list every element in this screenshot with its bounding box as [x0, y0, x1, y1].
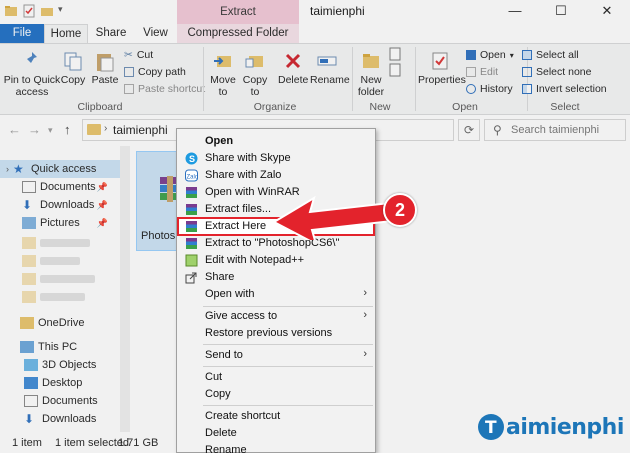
menu-item-delete[interactable]: Delete — [177, 425, 375, 442]
watermark-text: aimienphi — [506, 414, 624, 440]
menu-label: Open with — [205, 288, 255, 300]
taimienphi-logo: T — [478, 414, 504, 440]
step-number-badge: 2 — [383, 193, 417, 227]
menu-item-share[interactable]: Share — [177, 269, 375, 286]
notepadpp-icon — [185, 254, 198, 267]
menu-item-cut[interactable]: Cut — [177, 369, 375, 386]
zalo-icon: Zalo — [185, 169, 198, 182]
chevron-right-icon: › — [363, 309, 367, 321]
chevron-right-icon: › — [363, 348, 367, 360]
menu-item-give-access[interactable]: Give access to › — [177, 308, 375, 325]
menu-label: Send to — [205, 349, 243, 361]
menu-label: Extract Here — [205, 220, 267, 232]
winrar-icon — [186, 238, 197, 249]
winrar-icon — [186, 204, 197, 215]
menu-item-share-skype[interactable]: S Share with Skype — [177, 150, 375, 167]
menu-label: Rename — [205, 444, 247, 453]
menu-separator — [203, 405, 373, 406]
menu-label: Share — [205, 271, 235, 283]
context-menu: Open S Share with Skype Zalo Share with Za… — [176, 128, 376, 453]
winrar-icon — [186, 221, 197, 232]
menu-label: Delete — [205, 427, 237, 439]
svg-text:S: S — [189, 154, 195, 164]
menu-item-send-to[interactable]: Send to › — [177, 347, 375, 364]
menu-label: Share with Zalo — [205, 169, 282, 181]
menu-item-copy[interactable]: Copy — [177, 386, 375, 403]
taimienphi-watermark: T aimienphi — [476, 410, 624, 444]
menu-label: Extract files... — [205, 203, 272, 215]
menu-item-open[interactable]: Open — [177, 133, 375, 150]
menu-item-create-shortcut[interactable]: Create shortcut — [177, 408, 375, 425]
skype-icon: S — [185, 152, 198, 165]
menu-label: Cut — [205, 371, 223, 383]
menu-label: Open — [205, 135, 234, 147]
menu-item-share-zalo[interactable]: Zalo Share with Zalo — [177, 167, 375, 184]
menu-label: Give access to — [205, 310, 278, 322]
menu-separator — [203, 306, 373, 307]
menu-label: Copy — [205, 388, 231, 400]
menu-label: Share with Skype — [205, 152, 291, 164]
menu-item-rename[interactable]: Rename — [177, 442, 375, 453]
svg-text:T: T — [485, 418, 497, 438]
share-icon — [185, 272, 197, 284]
chevron-right-icon: › — [363, 287, 367, 299]
menu-item-edit-notepadpp[interactable]: Edit with Notepad++ — [177, 252, 375, 269]
menu-item-open-with[interactable]: Open with › — [177, 286, 375, 303]
menu-separator — [203, 344, 373, 345]
svg-text:Zalo: Zalo — [187, 175, 199, 181]
menu-label: Restore previous versions — [205, 327, 333, 339]
menu-item-restore-versions[interactable]: Restore previous versions — [177, 325, 375, 342]
menu-label: Create shortcut — [205, 410, 281, 422]
menu-label: Edit with Notepad++ — [205, 254, 305, 266]
winrar-icon — [186, 187, 197, 198]
menu-separator — [203, 366, 373, 367]
